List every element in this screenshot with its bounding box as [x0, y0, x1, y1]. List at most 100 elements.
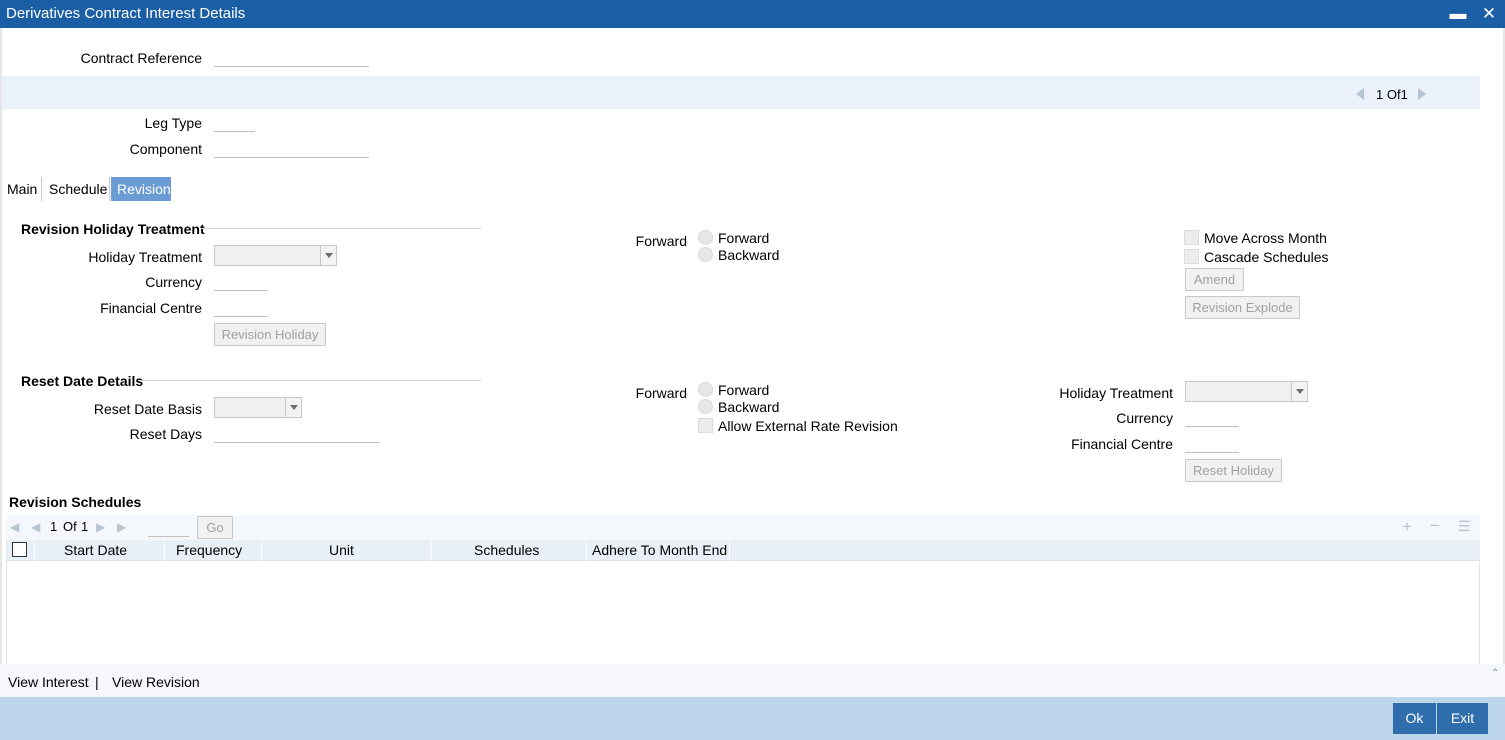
reset-backward-radio[interactable]: [698, 399, 713, 414]
allow-external-rate-revision-label: Allow External Rate Revision: [718, 418, 898, 434]
column-header-start-date[interactable]: Start Date: [64, 542, 127, 558]
reset-currency-label: Currency: [1116, 410, 1173, 426]
reset-backward-radio-label: Backward: [718, 399, 780, 415]
column-header-unit[interactable]: Unit: [329, 542, 354, 558]
view-revision-link[interactable]: View Revision: [112, 674, 200, 690]
currency-input[interactable]: [214, 271, 268, 291]
forward-group-label: Forward: [635, 233, 687, 249]
revision-holiday-section-title: Revision Holiday Treatment: [21, 221, 205, 237]
chevron-down-icon[interactable]: [1291, 382, 1307, 401]
move-across-month-checkbox[interactable]: [1184, 230, 1199, 245]
reset-date-basis-label: Reset Date Basis: [93, 401, 202, 417]
forward-radio-label: Forward: [718, 230, 770, 246]
reset-currency-input[interactable]: [1185, 407, 1239, 427]
window-frame-left: [0, 28, 2, 740]
reset-financial-centre-label: Financial Centre: [1071, 436, 1173, 452]
contract-reference-input[interactable]: [214, 47, 369, 67]
title-bar: Derivatives Contract Interest Details ▬ …: [0, 0, 1505, 28]
component-label: Component: [129, 141, 202, 157]
pager-current: 1: [1376, 87, 1384, 102]
ok-button[interactable]: Ok: [1393, 703, 1436, 734]
column-separator: [164, 540, 165, 561]
column-separator: [261, 540, 262, 561]
collapse-icon[interactable]: ⌃: [1491, 668, 1499, 679]
select-all-checkbox[interactable]: [12, 542, 27, 557]
record-pager-band: [2, 76, 1480, 109]
tab-separator: [109, 177, 110, 201]
reset-holiday-button[interactable]: Reset Holiday: [1185, 459, 1282, 482]
grid-body: [6, 561, 1480, 664]
reset-holiday-treatment-select[interactable]: [1185, 381, 1308, 402]
allow-external-rate-revision-checkbox[interactable]: [698, 418, 713, 433]
column-header-adhere-to-month-end[interactable]: Adhere To Month End: [592, 542, 727, 558]
reset-holiday-treatment-label: Holiday Treatment: [1059, 385, 1173, 401]
component-input[interactable]: [214, 138, 369, 158]
grid-toolbar: ◀​ ◀ 1 Of 1 ▶ ▶ Go + − ☰: [6, 515, 1480, 541]
move-across-month-label: Move Across Month: [1204, 230, 1327, 246]
backward-radio-label: Backward: [718, 247, 780, 263]
close-icon[interactable]: ✕: [1478, 3, 1500, 25]
tab-schedule[interactable]: Schedule: [43, 177, 113, 201]
grid-header: Start Date Frequency Unit Schedules Adhe…: [6, 540, 1480, 561]
first-page-icon[interactable]: ◀​: [10, 520, 19, 534]
financial-centre-input[interactable]: [214, 297, 268, 317]
previous-page-icon[interactable]: ◀: [31, 520, 40, 534]
next-page-icon[interactable]: ▶: [96, 520, 105, 534]
chevron-down-icon[interactable]: [320, 246, 336, 265]
holiday-treatment-select[interactable]: [214, 245, 337, 266]
tab-main[interactable]: Main: [1, 177, 43, 201]
footer-bar: Ok Exit: [0, 697, 1505, 740]
add-row-icon[interactable]: +: [1402, 517, 1412, 537]
currency-label: Currency: [145, 274, 202, 290]
go-button[interactable]: Go: [197, 516, 233, 539]
view-interest-link[interactable]: View Interest: [8, 674, 89, 690]
column-separator: [729, 540, 730, 561]
holiday-treatment-label: Holiday Treatment: [88, 249, 202, 265]
column-separator: [586, 540, 587, 561]
pager-total: 1: [1400, 87, 1408, 102]
reset-forward-radio[interactable]: [698, 382, 713, 397]
leg-type-input[interactable]: [214, 112, 255, 132]
record-pager: 1 Of1: [1376, 87, 1408, 102]
revision-explode-button[interactable]: Revision Explode: [1185, 296, 1300, 319]
column-header-frequency[interactable]: Frequency: [176, 542, 242, 558]
financial-centre-label: Financial Centre: [100, 300, 202, 316]
revision-holiday-button[interactable]: Revision Holiday: [214, 323, 326, 346]
grid-pager-current: 1: [50, 519, 58, 534]
grid-page-input[interactable]: [148, 517, 189, 537]
section-divider: [140, 380, 481, 381]
column-separator: [431, 540, 432, 561]
column-separator: [34, 540, 35, 561]
reset-forward-group-label: Forward: [635, 385, 687, 401]
previous-record-icon[interactable]: [1356, 88, 1364, 100]
amend-button[interactable]: Amend: [1185, 268, 1244, 291]
forward-radio[interactable]: [698, 230, 713, 245]
grid-pager-of: Of: [63, 519, 77, 534]
tab-separator: [41, 177, 42, 201]
reset-days-label: Reset Days: [129, 426, 202, 442]
reset-date-basis-select[interactable]: [214, 397, 302, 418]
minimize-icon[interactable]: ▬: [1447, 3, 1469, 25]
next-record-icon[interactable]: [1418, 88, 1426, 100]
grid-pager-total: 1: [81, 519, 89, 534]
tab-revision[interactable]: Revision: [111, 177, 171, 201]
reset-financial-centre-input[interactable]: [1185, 433, 1239, 453]
backward-radio[interactable]: [698, 247, 713, 262]
cascade-schedules-checkbox[interactable]: [1184, 249, 1199, 264]
revision-schedules-title: Revision Schedules: [9, 494, 142, 510]
column-header-schedules[interactable]: Schedules: [474, 542, 539, 558]
single-view-icon[interactable]: ☰: [1458, 518, 1471, 535]
chevron-down-icon[interactable]: [285, 398, 301, 417]
link-separator: |: [95, 674, 99, 690]
reset-days-input[interactable]: [214, 423, 380, 443]
cascade-schedules-label: Cascade Schedules: [1204, 249, 1329, 265]
last-page-icon[interactable]: ▶: [117, 520, 126, 534]
exit-button[interactable]: Exit: [1437, 703, 1488, 734]
section-divider: [200, 228, 481, 229]
reset-forward-radio-label: Forward: [718, 382, 770, 398]
leg-type-label: Leg Type: [144, 115, 202, 131]
window-title: Derivatives Contract Interest Details: [6, 5, 246, 22]
reset-date-section-title: Reset Date Details: [21, 373, 144, 389]
footer-links-bar: View Interest | View Revision ⌃: [0, 664, 1505, 697]
delete-row-icon[interactable]: −: [1430, 516, 1440, 536]
